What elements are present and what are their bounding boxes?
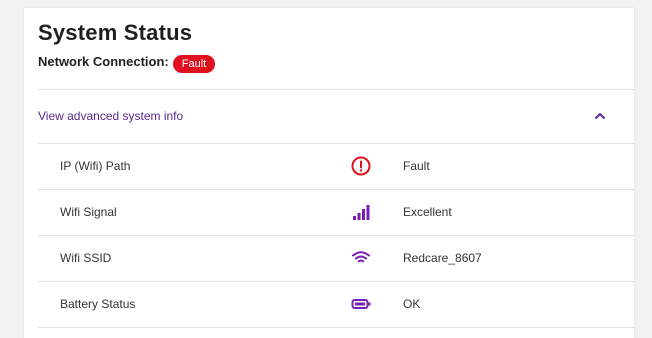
info-value: OK (403, 297, 421, 311)
view-advanced-info-link[interactable]: View advanced system info (38, 109, 183, 123)
info-label: Wifi Signal (60, 205, 117, 219)
info-label: IP (Wifi) Path (60, 159, 131, 173)
wifi-icon (352, 251, 370, 263)
network-connection-row: Network Connection: Fault (38, 50, 216, 73)
system-status-card: System Status Network Connection: Fault … (24, 8, 634, 338)
info-label: Battery Status (60, 297, 136, 311)
info-value: Redcare_8607 (403, 251, 482, 265)
info-value: Excellent (403, 205, 452, 219)
info-row-battery-status: Battery Status OK (38, 282, 634, 328)
info-label: Wifi SSID (60, 251, 112, 265)
network-connection-label: Network Connection: (38, 54, 169, 69)
page-title: System Status (38, 20, 193, 45)
battery-icon (351, 299, 371, 309)
alert-circle-icon (351, 156, 371, 176)
status-badge: Fault (172, 55, 216, 73)
advanced-info-toggle-row[interactable]: View advanced system info (38, 90, 634, 144)
info-row-wifi-ssid: Wifi SSID Redcare_8607 (38, 236, 634, 282)
signal-bars-icon (353, 205, 370, 220)
info-row-ip-wifi-path: IP (Wifi) Path Fault (38, 144, 634, 190)
info-value: Fault (403, 159, 430, 173)
chevron-up-icon[interactable] (591, 107, 609, 125)
info-row-wifi-signal: Wifi Signal Excellent (38, 190, 634, 236)
